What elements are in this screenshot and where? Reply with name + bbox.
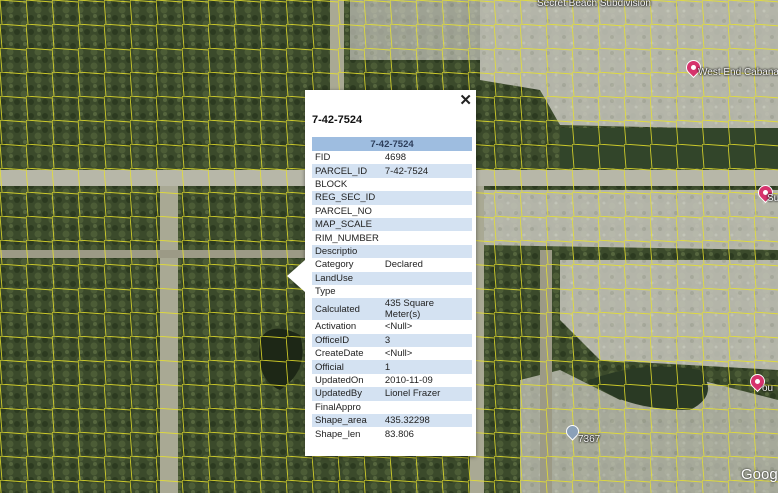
table-row: Category Declared (312, 258, 472, 271)
table-row: MAP_SCALE (312, 217, 472, 232)
table-row: UpdatedBy Lionel Frazer (312, 387, 472, 401)
attribute-value (381, 191, 472, 205)
attribute-key: Official (312, 360, 382, 374)
table-row: Official 1 (312, 360, 472, 374)
table-row: Descriptio (312, 244, 472, 259)
attribute-value: <Null> (384, 348, 413, 360)
attribute-key: MAP_SCALE (312, 217, 382, 232)
table-row: Activation <Null> (312, 320, 472, 333)
table-row: REG_SEC_ID (312, 191, 472, 205)
attribute-key: Descriptio (312, 244, 382, 259)
attribute-key: Calculated (312, 298, 382, 321)
table-row: Type (312, 285, 472, 298)
attribute-value: 435.32298 (381, 414, 472, 428)
attribute-key: PARCEL_ID (312, 164, 382, 178)
poi-label[interactable]: ou (762, 383, 773, 394)
attribute-key: REG_SEC_ID (312, 191, 382, 205)
attribute-key: Type (315, 286, 336, 298)
attribute-key: Shape_area (312, 414, 382, 428)
attribute-key: RIM_NUMBER (315, 232, 379, 244)
table-row: PARCEL_ID 7-42-7524 (312, 164, 472, 178)
table-row: BLOCK (312, 178, 472, 191)
table-row: PARCEL_NO (312, 205, 472, 218)
attribute-table: 7-42-7524 FID 4698 PARCEL_ID 7-42-7524 BLOCK… (312, 137, 472, 441)
attribute-value: Declared (384, 259, 423, 271)
attribute-value (382, 401, 472, 414)
table-row: Calculated 435 Square Meter(s) (312, 298, 472, 321)
attribute-key: FinalAppro (315, 401, 361, 413)
table-row: RIM_NUMBER (312, 231, 472, 244)
attribute-value: 83.806 (384, 428, 414, 440)
poi-label[interactable]: West End Cabanas (698, 67, 778, 78)
attribute-key: FID (315, 152, 331, 164)
table-row: FinalAppro (312, 401, 472, 414)
close-icon[interactable]: ✕ (459, 93, 472, 108)
attribute-value (382, 205, 472, 218)
attribute-key: Category (315, 259, 354, 271)
table-row: UpdatedOn 2010-11-09 (312, 374, 472, 387)
table-row: Shape_area 435.32298 (312, 414, 472, 428)
popup-title: 7-42-7524 (312, 114, 363, 126)
attribute-value: 7-42-7524 (381, 164, 472, 178)
attribute-value: 1 (381, 360, 472, 374)
attribute-value (382, 178, 472, 191)
attribute-value: 3 (381, 333, 472, 348)
attribute-value: 4698 (384, 152, 407, 164)
info-popup: ✕ 7-42-7524 7-42-7524 FID 4698 PARCEL_ID 7-… (287, 90, 476, 456)
attribute-key: UpdatedOn (315, 375, 364, 387)
attribute-value (381, 271, 472, 285)
attribute-value: Lionel Frazer (381, 387, 472, 401)
table-row: CreateDate <Null> (312, 347, 472, 360)
attribute-key: PARCEL_NO (315, 205, 372, 217)
attribute-value (381, 244, 472, 259)
attribute-value: 435 Square Meter(s) (381, 298, 472, 321)
table-row: Shape_len 83.806 (312, 427, 472, 440)
attribute-key: Shape_len (315, 428, 361, 440)
attribute-value (382, 285, 472, 298)
table-row: OfficeID 3 (312, 333, 472, 348)
table-row: FID 4698 (312, 151, 472, 164)
attribute-value (382, 231, 472, 244)
attribute-key: CreateDate (315, 348, 364, 360)
subdivision-label: Secret Beach Subdivision (537, 0, 651, 9)
attribute-key: BLOCK (315, 178, 348, 190)
attribute-key: UpdatedBy (312, 387, 382, 401)
attribute-key: Activation (315, 321, 357, 333)
attribute-value: 2010-11-09 (384, 375, 433, 387)
placemark-label[interactable]: 7367 (578, 434, 600, 445)
attribute-value (381, 217, 472, 232)
poi-label[interactable]: Su (767, 193, 778, 204)
google-logo: Goog (741, 466, 778, 483)
table-row: LandUse (312, 271, 472, 285)
attribute-key: OfficeID (312, 333, 382, 348)
attribute-value: <Null> (384, 321, 413, 333)
attribute-key: LandUse (312, 271, 382, 285)
table-header: 7-42-7524 (312, 137, 472, 151)
